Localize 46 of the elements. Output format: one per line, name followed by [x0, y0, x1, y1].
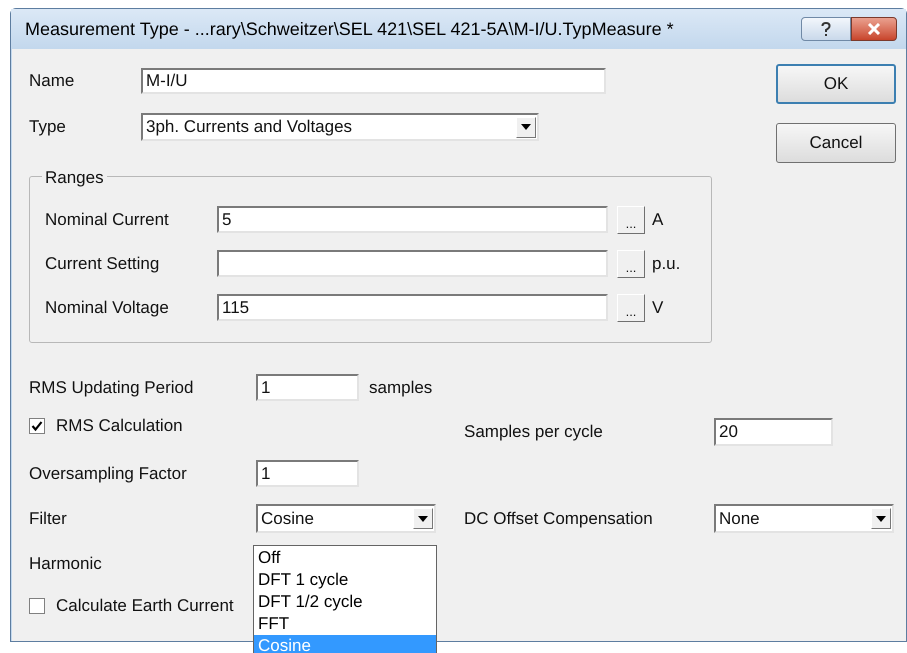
field-label: Nominal Current — [45, 208, 170, 231]
browse-button[interactable]: ... — [617, 206, 645, 234]
checkbox-label: RMS Calculation — [56, 415, 183, 438]
field-label: DC Offset Compensation — [464, 508, 654, 530]
dialog-button[interactable]: Cancel — [776, 123, 896, 163]
text-field[interactable]: M-I/U — [141, 68, 606, 94]
text-field[interactable]: 20 — [714, 418, 833, 446]
text-field[interactable]: 1 — [256, 460, 359, 487]
checkbox[interactable] — [29, 598, 45, 614]
field-label: Samples per cycle — [464, 421, 604, 444]
unit-label: p.u. — [652, 252, 680, 275]
text-field[interactable]: 5 — [217, 206, 608, 233]
browse-button[interactable]: ... — [617, 250, 645, 278]
field-label: Oversampling Factor — [29, 462, 188, 485]
field-label: Name — [29, 70, 76, 92]
field-label: Nominal Voltage — [45, 296, 170, 319]
field-label: RMS Updating Period — [29, 376, 194, 399]
caret-icon — [876, 516, 886, 522]
window-title: Measurement Type - ...rary\Schweitzer\SEL 421\SEL 421-5A\M-I/U.TypMeasure * — [25, 18, 674, 41]
field-label: Filter — [29, 508, 68, 530]
caret-icon — [418, 516, 428, 522]
close-icon — [867, 23, 881, 35]
field-label: Current Setting — [45, 252, 160, 275]
browse-button[interactable]: ... — [617, 294, 645, 322]
dropdown-field[interactable]: 3ph. Currents and Voltages — [141, 113, 539, 141]
text-field[interactable] — [217, 250, 608, 277]
text-field[interactable]: 115 — [217, 294, 608, 321]
close-button[interactable] — [851, 17, 897, 41]
unit-label: samples — [369, 376, 432, 399]
field-label: Harmonic — [29, 553, 102, 576]
list-option[interactable]: DFT 1/2 cycle — [254, 591, 436, 613]
checkbox-label: Calculate Earth Current — [56, 595, 234, 618]
dropdown-field[interactable]: Cosine — [256, 504, 436, 533]
dialog-button[interactable]: OK — [776, 64, 896, 104]
field-label: Type — [29, 116, 67, 138]
caret-icon — [521, 124, 531, 130]
list-option[interactable]: DFT 1 cycle — [254, 569, 436, 591]
help-button[interactable] — [801, 17, 851, 41]
text-field[interactable]: 1 — [256, 374, 359, 401]
help-icon — [821, 22, 831, 36]
unit-label: V — [652, 296, 664, 319]
list-option[interactable]: FFT — [254, 613, 436, 635]
list-option[interactable]: Off — [254, 547, 436, 569]
unit-label: A — [652, 208, 664, 231]
checkbox[interactable] — [29, 418, 45, 434]
dropdown-field[interactable]: None — [714, 504, 894, 533]
